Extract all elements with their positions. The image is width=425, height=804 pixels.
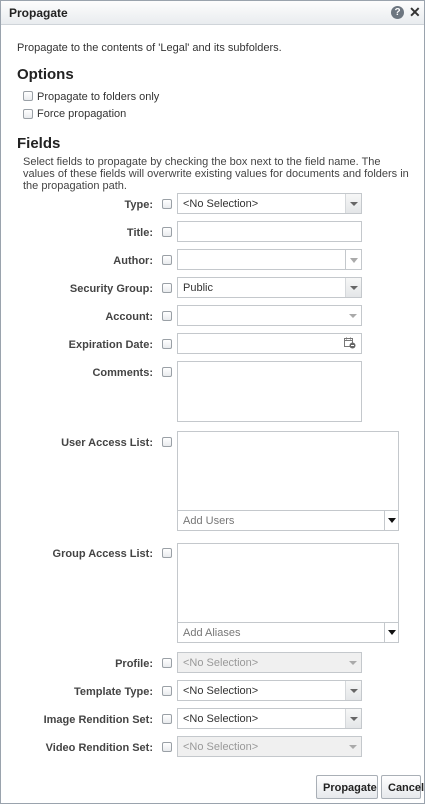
account-label: Account: <box>105 311 153 323</box>
account-select[interactable] <box>177 305 362 326</box>
expiration-date-label: Expiration Date: <box>68 339 153 351</box>
type-select-value: <No Selection> <box>183 198 259 210</box>
propagate-dialog: Propagate ? ✕ Propagate to the contents … <box>0 0 425 804</box>
type-label: Type: <box>124 199 153 211</box>
dialog-titlebar: Propagate ? ✕ <box>1 1 424 25</box>
comments-label: Comments: <box>92 367 153 379</box>
video-rendition-set-label: Video Rendition Set: <box>45 742 153 754</box>
chevron-down-icon[interactable] <box>345 681 361 700</box>
force-propagation-checkbox[interactable] <box>23 109 33 119</box>
comments-checkbox[interactable] <box>162 367 172 377</box>
template-type-checkbox[interactable] <box>162 686 172 696</box>
close-icon[interactable]: ✕ <box>409 4 421 20</box>
group-access-listbox[interactable] <box>177 543 399 623</box>
chevron-down-icon[interactable] <box>384 623 398 642</box>
group-access-list-checkbox[interactable] <box>162 548 172 558</box>
expiration-date-input[interactable] <box>177 333 362 354</box>
options-heading: Options <box>17 66 74 83</box>
template-type-select-value: <No Selection> <box>183 685 259 697</box>
dialog-title: Propagate <box>9 6 68 20</box>
image-rendition-set-checkbox[interactable] <box>162 714 172 724</box>
security-group-checkbox[interactable] <box>162 283 172 293</box>
chevron-down-icon <box>345 653 361 672</box>
help-icon[interactable]: ? <box>391 6 404 19</box>
user-access-list-checkbox[interactable] <box>162 437 172 447</box>
expiration-date-checkbox[interactable] <box>162 339 172 349</box>
type-checkbox[interactable] <box>162 199 172 209</box>
force-propagation-label: Force propagation <box>37 108 127 120</box>
intro-text: Propagate to the contents of 'Legal' and… <box>17 42 282 54</box>
add-users-placeholder: Add Users <box>183 515 235 527</box>
video-rendition-set-select: <No Selection> <box>177 736 362 757</box>
folders-only-checkbox[interactable] <box>23 91 33 101</box>
add-users-combobox[interactable]: Add Users <box>177 510 399 531</box>
chevron-down-icon[interactable] <box>345 250 361 269</box>
type-select[interactable]: <No Selection> <box>177 193 362 214</box>
add-aliases-placeholder: Add Aliases <box>183 627 241 639</box>
author-label: Author: <box>113 255 153 267</box>
security-group-label: Security Group: <box>69 283 153 295</box>
image-rendition-set-value: <No Selection> <box>183 713 259 725</box>
account-checkbox[interactable] <box>162 311 172 321</box>
user-access-list-label: User Access List: <box>61 437 153 449</box>
security-group-select-value: Public <box>183 282 213 294</box>
template-type-select[interactable]: <No Selection> <box>177 680 362 701</box>
template-type-label: Template Type: <box>73 686 153 698</box>
profile-label: Profile: <box>115 658 153 670</box>
fields-description: Select fields to propagate by checking t… <box>23 156 409 192</box>
profile-select: <No Selection> <box>177 652 362 673</box>
cancel-button[interactable]: Cancel <box>381 775 424 799</box>
chevron-down-icon <box>345 737 361 756</box>
chevron-down-icon[interactable] <box>345 278 361 297</box>
comments-textarea[interactable] <box>177 361 362 422</box>
profile-select-value: <No Selection> <box>183 657 259 669</box>
chevron-down-icon[interactable] <box>345 709 361 728</box>
video-rendition-set-value: <No Selection> <box>183 741 259 753</box>
author-checkbox[interactable] <box>162 255 172 265</box>
folders-only-label: Propagate to folders only <box>37 91 160 103</box>
profile-checkbox[interactable] <box>162 658 172 668</box>
title-checkbox[interactable] <box>162 227 172 237</box>
author-select[interactable] <box>177 249 362 270</box>
video-rendition-set-checkbox[interactable] <box>162 742 172 752</box>
propagate-button[interactable]: Propagate <box>316 775 378 799</box>
chevron-down-icon[interactable] <box>345 306 361 325</box>
chevron-down-icon[interactable] <box>384 511 398 530</box>
title-input[interactable] <box>177 221 362 242</box>
chevron-down-icon[interactable] <box>345 194 361 213</box>
image-rendition-set-label: Image Rendition Set: <box>43 714 153 726</box>
image-rendition-set-select[interactable]: <No Selection> <box>177 708 362 729</box>
group-access-list-label: Group Access List: <box>52 548 153 560</box>
fields-heading: Fields <box>17 135 61 152</box>
add-aliases-combobox[interactable]: Add Aliases <box>177 622 399 643</box>
user-access-listbox[interactable] <box>177 431 399 511</box>
calendar-icon[interactable] <box>344 337 356 349</box>
security-group-select[interactable]: Public <box>177 277 362 298</box>
title-label: Title: <box>126 227 153 239</box>
